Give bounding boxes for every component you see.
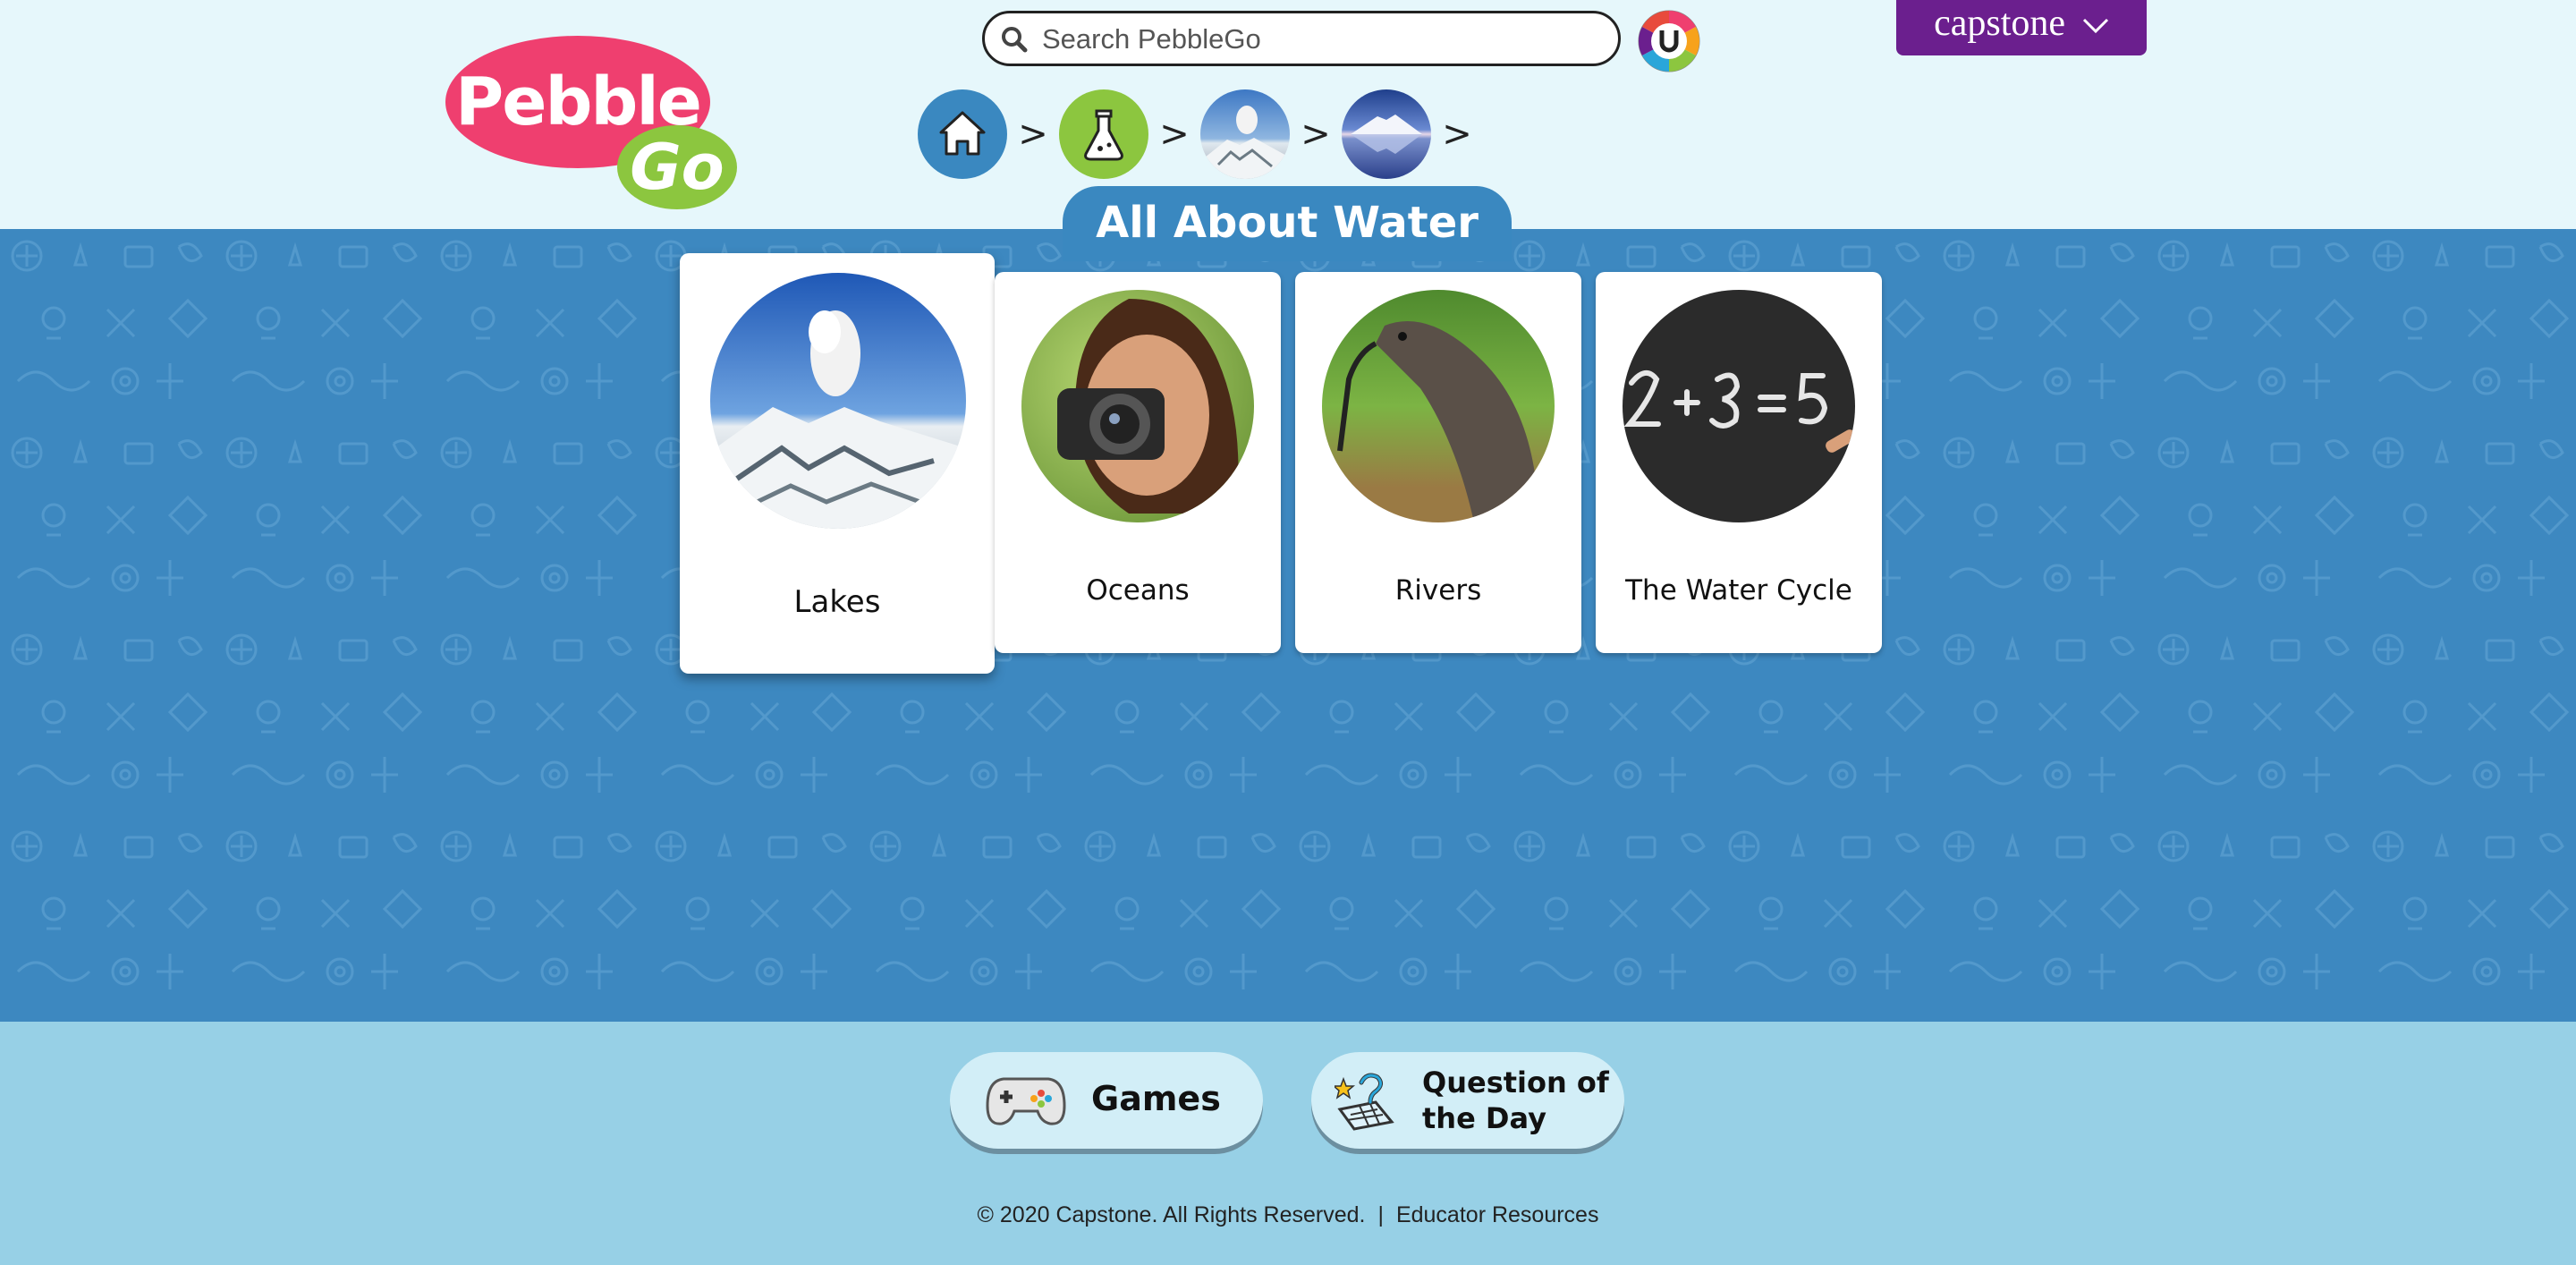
pebblego-logo[interactable]: Pebble Go (445, 36, 741, 211)
capstone-menu-button[interactable]: capstone (1896, 0, 2147, 55)
games-button[interactable]: Games (950, 1052, 1263, 1149)
breadcrumb: > > > > (918, 89, 1483, 179)
breadcrumb-separator: > (1442, 114, 1472, 155)
topic-card-label: Lakes (793, 584, 881, 620)
breadcrumb-science-flask-icon[interactable] (1059, 89, 1148, 179)
breadcrumb-home-icon[interactable] (918, 89, 1007, 179)
accessibility-wheel-icon[interactable] (1637, 9, 1701, 73)
topic-area: Lakes Oceans Rivers The Water Cycle (0, 229, 2576, 1022)
breadcrumb-separator: > (1159, 114, 1190, 155)
chalkboard-math-photo (1623, 290, 1855, 522)
footer-divider: | (1377, 1202, 1384, 1227)
copyright-text: © 2020 Capstone. All Rights Reserved. (977, 1202, 1366, 1227)
question-board-icon (1331, 1070, 1397, 1134)
breadcrumb-separator: > (1018, 114, 1048, 155)
topic-card-rivers[interactable]: Rivers (1295, 272, 1581, 653)
page-title: All About Water (1063, 186, 1512, 261)
question-of-the-day-button[interactable]: Question of the Day (1311, 1052, 1624, 1149)
qotd-line-1: Question of (1422, 1065, 1609, 1099)
breadcrumb-lake-photo[interactable] (1342, 89, 1431, 179)
topic-card-label: Oceans (1086, 574, 1190, 607)
topic-card-oceans[interactable]: Oceans (995, 272, 1281, 653)
anteater-photo (1322, 290, 1555, 522)
question-of-the-day-label: Question of the Day (1422, 1065, 1609, 1136)
capstone-brand-label: capstone (1934, 3, 2066, 44)
topic-card-label: Rivers (1394, 574, 1482, 607)
topic-card-lakes[interactable]: Lakes (680, 253, 995, 674)
games-label: Games (1091, 1079, 1221, 1118)
logo-go-text: Go (617, 125, 737, 209)
topic-card-label: The Water Cycle (1625, 574, 1852, 607)
footer: Games Question of the Day © 2020 Capston… (0, 1022, 2576, 1265)
topic-card-the-water-cycle[interactable]: The Water Cycle (1596, 272, 1882, 653)
search-icon[interactable] (1001, 26, 1028, 56)
search-box[interactable] (982, 11, 1621, 66)
doodle-background-pattern (0, 229, 2576, 1022)
footer-links: © 2020 Capstone. All Rights Reserved. | Ed… (0, 1202, 2576, 1228)
snowy-volcano-photo (710, 273, 966, 529)
game-controller-icon (986, 1070, 1066, 1133)
breadcrumb-volcano-photo[interactable] (1200, 89, 1290, 179)
chevron-down-icon (2074, 12, 2109, 41)
breadcrumb-separator: > (1301, 114, 1331, 155)
educator-resources-link[interactable]: Educator Resources (1396, 1202, 1599, 1227)
qotd-line-2: the Day (1422, 1101, 1546, 1135)
girl-with-camera-photo (1021, 290, 1254, 522)
search-input[interactable] (1040, 19, 1598, 60)
